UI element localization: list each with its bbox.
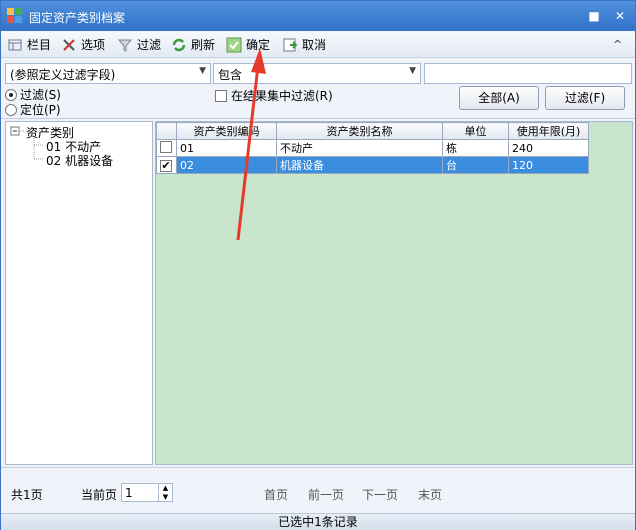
tools-icon [63, 38, 75, 51]
chevron-down-icon: ▼ [199, 66, 206, 76]
cell-unit: 栋 [442, 139, 509, 157]
filter-field-value: (参照定义过滤字段) [10, 68, 116, 82]
window-title: 固定资产类别档案 [29, 11, 126, 25]
cell-unit: 台 [442, 156, 509, 174]
grid-header-row: 资产类别编码 资产类别名称 单位 使用年限(月) [156, 122, 589, 140]
app-icon [7, 8, 23, 24]
cell-name: 不动产 [276, 139, 443, 157]
chevron-down-icon: ▼ [409, 66, 416, 76]
row-checkbox[interactable]: ✔ [156, 156, 177, 174]
in-results-checkbox[interactable]: 在结果集中过滤(R) [215, 87, 333, 104]
radio-locate-label: 定位(P) [20, 103, 61, 117]
row-checkbox[interactable] [156, 139, 177, 157]
status-bar: 已选中1条记录 [1, 513, 635, 530]
toolbar: 栏目 选项 过滤 刷新 确定 取消 ^ [1, 31, 635, 58]
title-bar: 固定资产类别档案 ■ ✕ [1, 1, 635, 31]
checkbox-box [215, 89, 227, 102]
funnel-icon [117, 39, 133, 52]
cell-code: 01 [176, 139, 277, 157]
ok-label: 确定 [246, 38, 271, 52]
options-label: 选项 [81, 38, 106, 52]
cell-code: 02 [176, 156, 277, 174]
options-button[interactable]: 选项 [61, 35, 105, 54]
refresh-label: 刷新 [191, 38, 216, 52]
columns-icon [8, 39, 22, 50]
pager: 共1页 当前页 1 ▲ ▼ 首页 前一页 下一页 末页 [1, 467, 635, 513]
grid-area: 资产类别编码 资产类别名称 单位 使用年限(月) 01 不动产 栋 240 ✔ … [155, 121, 633, 465]
cell-years: 120 [508, 156, 589, 174]
checkbox-box [160, 140, 172, 153]
tree-item-machinery[interactable]: 02 机器设备 [46, 152, 113, 169]
filter-label: 过滤 [137, 38, 162, 52]
cell-name: 机器设备 [276, 156, 443, 174]
columns-button[interactable]: 栏目 [7, 35, 51, 54]
radio-dot [5, 88, 17, 101]
table-row[interactable]: ✔ 02 机器设备 台 120 [156, 156, 589, 174]
ok-button[interactable]: 确定 [226, 35, 270, 54]
filter-button[interactable]: 过滤 [117, 35, 161, 54]
grid-header-years[interactable]: 使用年限(月) [508, 122, 589, 140]
operator-combo[interactable]: 包含 ▼ [213, 63, 421, 84]
operator-value: 包含 [218, 68, 243, 82]
spin-up-icon[interactable]: ▲ [158, 484, 172, 492]
grid-header-code[interactable]: 资产类别编码 [176, 122, 277, 140]
current-page-value: 1 [125, 486, 133, 500]
check-icon [226, 37, 242, 52]
table-row[interactable]: 01 不动产 栋 240 [156, 139, 589, 157]
radio-locate[interactable]: 定位(P) [5, 101, 61, 118]
spin-down-icon[interactable]: ▼ [158, 493, 172, 501]
collapse-toolbar-icon[interactable]: ^ [613, 35, 622, 54]
columns-label: 栏目 [27, 38, 52, 52]
filter-value-input[interactable] [424, 63, 632, 84]
category-grid: 资产类别编码 资产类别名称 单位 使用年限(月) 01 不动产 栋 240 ✔ … [156, 122, 589, 174]
total-pages: 共1页 [11, 488, 43, 502]
grid-header-unit[interactable]: 单位 [442, 122, 509, 140]
filter-field-combo[interactable]: (参照定义过滤字段) ▼ [5, 63, 211, 84]
in-results-label: 在结果集中过滤(R) [231, 89, 333, 103]
filter-bar: (参照定义过滤字段) ▼ 包含 ▼ 过滤(S) 定位(P) 在结果集中过滤(R)… [1, 59, 635, 119]
checked-icon: ✔ [160, 158, 172, 172]
cancel-button[interactable]: 取消 [282, 35, 326, 54]
prev-page-link[interactable]: 前一页 [308, 486, 344, 503]
category-tree: 资产类别 01 不动产 02 机器设备 [5, 121, 153, 465]
cell-years: 240 [508, 139, 589, 157]
radio-dot [5, 103, 17, 116]
close-icon[interactable]: ✕ [611, 7, 629, 25]
restore-icon[interactable]: ■ [585, 7, 603, 25]
archive-window: 固定资产类别档案 ■ ✕ 栏目 选项 过滤 刷新 确定 取消 ^ (参照定义过滤… [0, 0, 636, 530]
cancel-icon [283, 38, 298, 51]
refresh-button[interactable]: 刷新 [171, 35, 215, 54]
grid-header-check [156, 122, 177, 140]
refresh-icon [172, 38, 186, 51]
cancel-label: 取消 [302, 38, 327, 52]
next-page-link[interactable]: 下一页 [362, 486, 398, 503]
grid-header-name[interactable]: 资产类别名称 [276, 122, 443, 140]
last-page-link[interactable]: 末页 [418, 486, 442, 503]
all-button[interactable]: 全部(A) [459, 86, 539, 110]
current-page-label: 当前页 [81, 488, 118, 502]
apply-filter-button[interactable]: 过滤(F) [545, 86, 625, 110]
first-page-link[interactable]: 首页 [264, 486, 288, 503]
current-page-stepper[interactable]: 1 ▲ ▼ [121, 483, 173, 502]
